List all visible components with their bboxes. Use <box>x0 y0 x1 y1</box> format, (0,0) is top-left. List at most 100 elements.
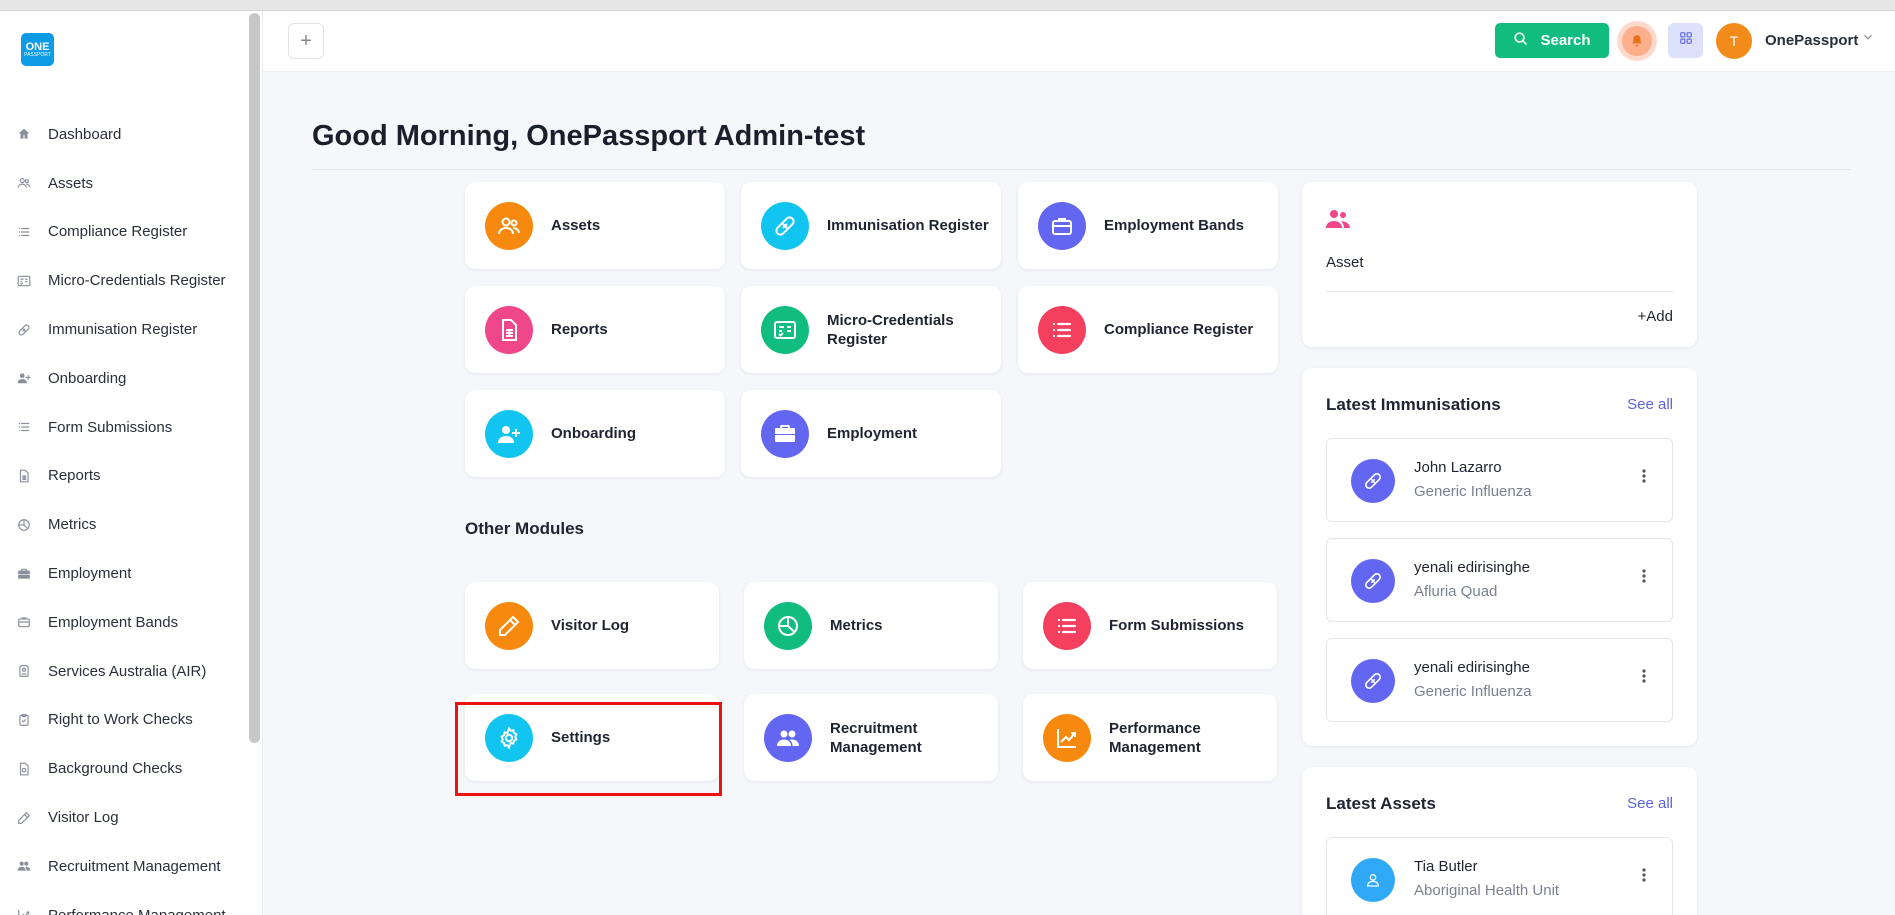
sidebar-item-background-checks[interactable]: Background Checks <box>0 744 245 793</box>
sidebar-item-label: Metrics <box>48 516 97 534</box>
apps-grid-button[interactable] <box>1668 23 1703 58</box>
sidebar-item-recruitment-management[interactable]: Recruitment Management <box>0 842 245 891</box>
module-card-employment[interactable]: Employment <box>741 390 1001 477</box>
user-plus-icon <box>17 371 31 385</box>
sidebar-scrollbar[interactable] <box>249 13 260 743</box>
briefcase-outline-icon <box>17 615 31 629</box>
module-card-label: Metrics <box>830 617 883 634</box>
see-all-assets-link[interactable]: See all <box>1627 795 1673 812</box>
module-card-employment-bands[interactable]: Employment Bands <box>1018 182 1278 269</box>
module-card-onboarding[interactable]: Onboarding <box>465 390 725 477</box>
sidebar-item-label: Form Submissions <box>48 418 173 436</box>
sidebar-item-metrics[interactable]: Metrics <box>0 500 245 549</box>
sidebar-item-dashboard[interactable]: Dashboard <box>0 110 245 159</box>
entry-name: yenali edirisinghe <box>1414 559 1530 576</box>
sidebar-item-visitor-log[interactable]: Visitor Log <box>0 793 245 842</box>
pie-chart-icon <box>17 518 31 532</box>
more-options-icon[interactable] <box>1642 569 1646 588</box>
users-icon <box>1326 208 1350 235</box>
list-icon <box>17 420 31 434</box>
module-card-immunisation-register[interactable]: Immunisation Register <box>741 182 1001 269</box>
sidebar-item-right-to-work-checks[interactable]: Right to Work Checks <box>0 696 245 745</box>
more-options-icon[interactable] <box>1642 868 1646 887</box>
module-card-micro-credentials-register[interactable]: Micro-Credentials Register <box>741 286 1001 373</box>
sidebar-item-assets[interactable]: Assets <box>0 159 245 208</box>
chevron-down-icon[interactable] <box>1861 30 1875 49</box>
sidebar-item-micro-credentials-register[interactable]: Micro-Credentials Register <box>0 256 245 305</box>
sidebar-item-performance-management[interactable]: Performance Management <box>0 891 245 915</box>
module-card-label: Immunisation Register <box>827 217 989 234</box>
module-card-metrics[interactable]: Metrics <box>744 582 998 669</box>
avatar[interactable]: T <box>1716 23 1752 59</box>
module-card-form-submissions[interactable]: Form Submissions <box>1023 582 1277 669</box>
module-card-label: Reports <box>551 321 608 338</box>
list-item[interactable]: Tia Butler Aboriginal Health Unit <box>1326 837 1673 915</box>
module-card-recruitment-management[interactable]: Recruitment Management <box>744 694 998 781</box>
see-all-immunisations-link[interactable]: See all <box>1627 396 1673 413</box>
notifications-button[interactable] <box>1617 21 1657 61</box>
page-title: Good Morning, OnePassport Admin-test <box>312 120 866 152</box>
trend-icon <box>1043 713 1091 762</box>
app-logo[interactable]: ONE PASSPORT <box>21 33 54 66</box>
sidebar-item-immunisation-register[interactable]: Immunisation Register <box>0 305 245 354</box>
module-card-label: Employment <box>827 425 918 442</box>
module-card-performance-management[interactable]: Performance Management <box>1023 694 1277 781</box>
sidebar-item-label: Onboarding <box>48 369 127 387</box>
add-asset-button[interactable]: +Add <box>1638 308 1673 325</box>
other-modules-title: Other Modules <box>465 519 585 538</box>
module-card-label: Settings <box>551 729 611 746</box>
module-card-label: Recruitment Management <box>830 719 922 756</box>
sidebar-item-onboarding[interactable]: Onboarding <box>0 354 245 403</box>
entry-name: Tia Butler <box>1414 858 1478 875</box>
latest-immunisations-panel: Latest Immunisations See all John Lazarr… <box>1302 368 1697 746</box>
module-card-label: Onboarding <box>551 425 636 442</box>
document-icon <box>17 469 31 483</box>
module-card-settings[interactable]: Settings <box>465 694 719 781</box>
browser-top-strip <box>0 0 1895 11</box>
module-card-label: Employment Bands <box>1104 217 1245 234</box>
sidebar-item-employment[interactable]: Employment <box>0 549 245 598</box>
entry-subtitle: Aboriginal Health Unit <box>1414 882 1560 899</box>
module-card-compliance-register[interactable]: Compliance Register <box>1018 286 1278 373</box>
list-item[interactable]: yenali edirisinghe Afluria Quad <box>1326 538 1673 622</box>
grid-icon <box>1679 31 1693 50</box>
sidebar-item-label: Immunisation Register <box>48 321 198 339</box>
bandage-icon <box>1351 559 1395 603</box>
more-options-icon[interactable] <box>1642 669 1646 688</box>
list-icon <box>1038 305 1086 354</box>
briefcase-icon <box>761 409 809 458</box>
sidebar-item-label: Background Checks <box>48 760 183 778</box>
sidebar-item-label: Reports <box>48 467 101 485</box>
module-card-label: Performance Management <box>1109 719 1201 756</box>
user-name[interactable]: OnePassport <box>1765 32 1858 49</box>
add-tab-button[interactable]: + <box>288 23 324 59</box>
module-card-assets[interactable]: Assets <box>465 182 725 269</box>
module-card-visitor-log[interactable]: Visitor Log <box>465 582 719 669</box>
sidebar-item-form-submissions[interactable]: Form Submissions <box>0 403 245 452</box>
bandage-icon <box>17 323 31 337</box>
search-button[interactable]: Search <box>1495 23 1609 58</box>
id-card-icon <box>761 305 809 354</box>
sidebar-item-services-australia-air[interactable]: Services Australia (AIR) <box>0 647 245 696</box>
sidebar-item-reports[interactable]: Reports <box>0 452 245 501</box>
module-card-reports[interactable]: Reports <box>465 286 725 373</box>
list-item[interactable]: yenali edirisinghe Generic Influenza <box>1326 638 1673 722</box>
sidebar-item-compliance-register[interactable]: Compliance Register <box>0 208 245 257</box>
sidebar-item-label: Recruitment Management <box>48 857 221 875</box>
document-icon <box>485 305 533 354</box>
sidebar-item-employment-bands[interactable]: Employment Bands <box>0 598 245 647</box>
sidebar-item-label: Employment Bands <box>48 613 179 631</box>
list-item[interactable]: John Lazarro Generic Influenza <box>1326 438 1673 522</box>
sidebar-item-label: Dashboard <box>48 125 122 143</box>
bandage-icon <box>1351 659 1395 703</box>
more-options-icon[interactable] <box>1642 469 1646 488</box>
clipboard-check-icon <box>17 713 31 727</box>
home-icon <box>17 127 31 141</box>
entry-subtitle: Generic Influenza <box>1414 683 1532 700</box>
entry-name: yenali edirisinghe <box>1414 659 1530 676</box>
trend-icon <box>17 908 31 915</box>
sidebar: ONE PASSPORT Dashboard Assets Compliance R… <box>0 11 263 915</box>
sidebar-item-label: Employment <box>48 565 132 583</box>
search-button-label: Search <box>1540 32 1591 49</box>
panel-title: Latest Immunisations <box>1326 395 1501 414</box>
